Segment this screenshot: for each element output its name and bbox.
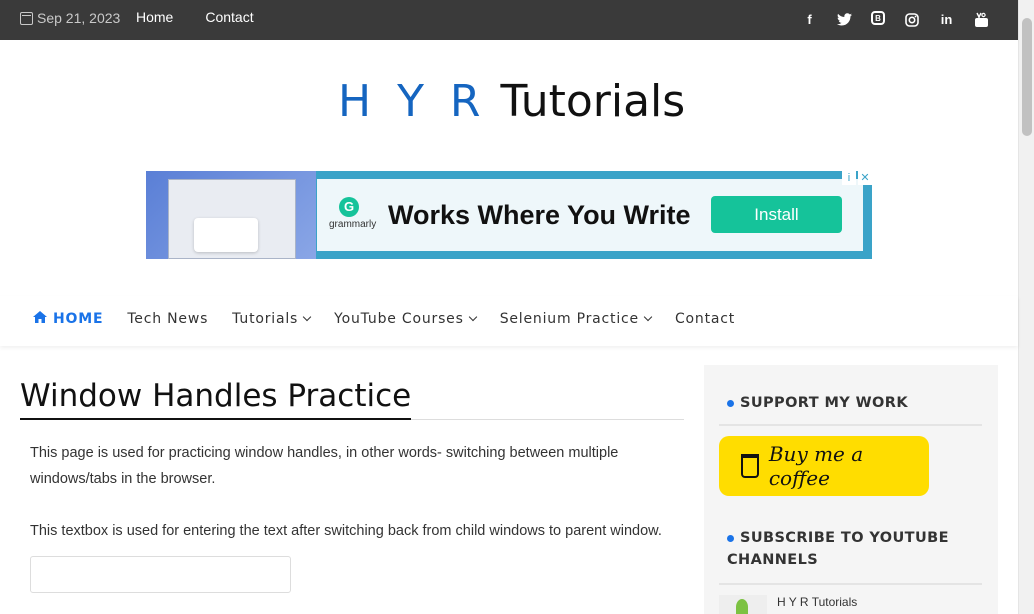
- calendar-icon: [20, 11, 33, 25]
- sidebar-divider: [719, 583, 982, 585]
- close-icon[interactable]: ✕: [858, 171, 872, 185]
- linkedin-icon[interactable]: in: [938, 11, 955, 28]
- chevron-down-icon: [468, 312, 477, 322]
- nav-label: Tech News: [127, 311, 209, 327]
- bullet-dot: [727, 534, 734, 542]
- ad-preview-card: [194, 218, 258, 252]
- sidebar-divider: [719, 424, 982, 426]
- ad-preview-image: [146, 171, 316, 259]
- ad-panel: G grammarly Works Where You Write Instal…: [317, 179, 863, 251]
- channel-avatar: [719, 595, 767, 614]
- text-input[interactable]: [30, 556, 291, 593]
- logo-tutorials: Tutorials: [500, 76, 686, 127]
- advertisement-banner[interactable]: G grammarly Works Where You Write Instal…: [146, 171, 872, 259]
- sidebar: SUPPORT MY WORK Buy me a coffee SUBSCRIB…: [704, 365, 998, 614]
- ad-headline: Works Where You Write: [388, 200, 691, 230]
- youtube-icon[interactable]: [973, 11, 990, 28]
- date-display: Sep 21, 2023: [20, 10, 120, 26]
- subscribe-heading-text: SUBSCRIBE TO YOUTUBE CHANNELS: [727, 530, 949, 568]
- top-nav: Home Contact: [136, 9, 254, 25]
- facebook-icon[interactable]: f: [801, 11, 818, 28]
- site-logo[interactable]: H Y R Tutorials: [338, 76, 685, 127]
- nav-label: Selenium Practice: [499, 311, 639, 327]
- nav-item-contact[interactable]: Contact: [675, 311, 735, 327]
- chevron-down-icon: [643, 312, 653, 322]
- grammarly-logo: G grammarly: [329, 197, 377, 230]
- nav-home-label: HOME: [53, 311, 104, 327]
- info-icon[interactable]: i: [842, 171, 856, 185]
- ad-install-button[interactable]: Install: [711, 196, 842, 233]
- nav-label: Contact: [674, 311, 736, 327]
- main-content: Window Handles Practice This page is use…: [20, 378, 684, 593]
- scrollbar-thumb[interactable]: [1022, 18, 1032, 136]
- support-heading-text: SUPPORT MY WORK: [740, 395, 908, 411]
- intro-paragraph: This page is used for practicing window …: [30, 445, 619, 487]
- top-nav-contact[interactable]: Contact: [205, 9, 253, 25]
- twitter-icon[interactable]: [836, 11, 853, 28]
- textbox-description: This textbox is used for entering the te…: [30, 523, 662, 539]
- nav-label: YouTube Courses: [334, 311, 464, 327]
- social-links: f B in: [801, 11, 990, 28]
- grammarly-wordmark: grammarly: [329, 219, 377, 230]
- blogger-icon[interactable]: B: [871, 11, 885, 25]
- nav-item-tutorials[interactable]: Tutorials: [232, 311, 312, 327]
- ad-preview-window: [168, 179, 296, 259]
- page-scrollbar[interactable]: [1018, 0, 1034, 614]
- channel-item[interactable]: H Y R Tutorials: [719, 595, 857, 614]
- top-bar: Sep 21, 2023 Home Contact f B in: [0, 0, 1018, 40]
- logo-hyr: H Y R: [338, 76, 487, 127]
- coffee-cup-icon: [741, 454, 759, 478]
- subscribe-heading: SUBSCRIBE TO YOUTUBE CHANNELS: [727, 527, 957, 571]
- instagram-icon[interactable]: [903, 11, 920, 28]
- buy-me-a-coffee-button[interactable]: Buy me a coffee: [719, 436, 929, 496]
- home-icon: [33, 311, 47, 327]
- main-nav: HOME Tech News Tutorials YouTube Courses…: [0, 296, 1018, 346]
- bullet-dot: [727, 399, 734, 407]
- channel-name[interactable]: H Y R Tutorials: [777, 595, 857, 614]
- nav-item-youtube-courses[interactable]: YouTube Courses: [334, 311, 477, 327]
- grammarly-icon: G: [339, 197, 359, 217]
- nav-item-home[interactable]: HOME: [33, 311, 103, 327]
- ad-choices[interactable]: i ✕: [842, 171, 872, 185]
- nav-label: Tutorials: [232, 311, 299, 327]
- date-text: Sep 21, 2023: [37, 10, 121, 26]
- page-title: Window Handles Practice: [20, 378, 412, 420]
- nav-item-tech-news[interactable]: Tech News: [127, 311, 208, 327]
- chevron-down-icon: [302, 312, 312, 322]
- buy-me-a-coffee-label: Buy me a coffee: [768, 442, 864, 490]
- support-heading: SUPPORT MY WORK: [727, 392, 908, 414]
- nav-item-selenium-practice[interactable]: Selenium Practice: [499, 311, 653, 327]
- top-nav-home[interactable]: Home: [136, 9, 173, 25]
